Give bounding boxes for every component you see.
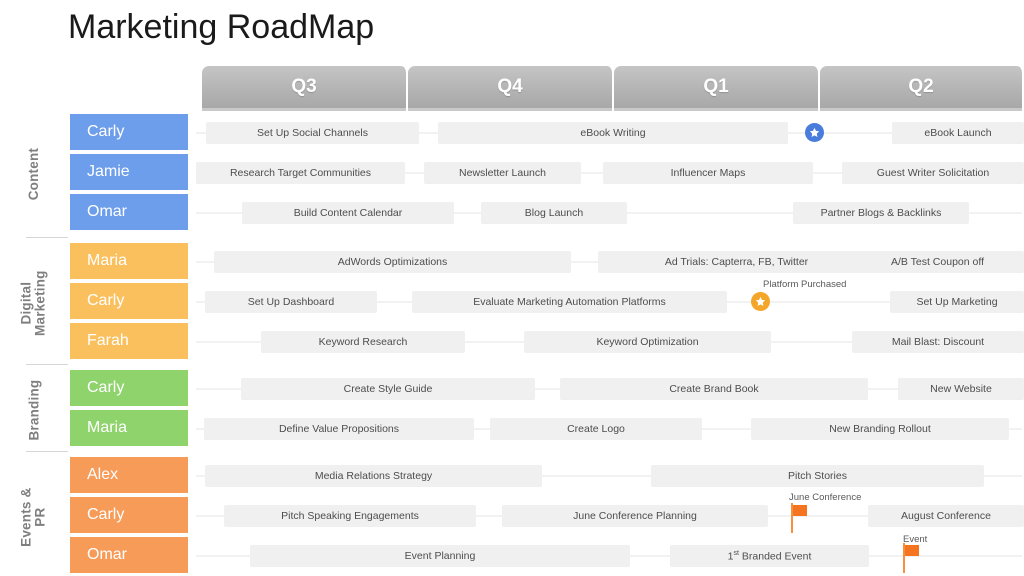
task-bar[interactable]: eBook Launch: [892, 121, 1024, 144]
roadmap-canvas: Marketing RoadMap Q3 Q4 Q1 Q2 Content Carly S…: [0, 0, 1024, 576]
milestone-star-icon[interactable]: [805, 122, 824, 142]
task-bar[interactable]: Partner Blogs & Backlinks: [793, 201, 969, 224]
person-block[interactable]: Omar: [70, 537, 188, 573]
task-bar[interactable]: Guest Writer Solicitation: [842, 161, 1024, 184]
task-bar[interactable]: AdWords Optimizations: [214, 250, 571, 273]
quarter-underline: [408, 108, 612, 111]
task-bar[interactable]: Create Style Guide: [241, 377, 535, 400]
task-bar[interactable]: New Branding Rollout: [751, 417, 1009, 440]
quarter-underline: [820, 108, 1022, 111]
quarter-tab-q4[interactable]: Q4: [408, 66, 614, 108]
category-label-digital-marketing: Digital Marketing: [0, 242, 68, 364]
task-bar[interactable]: Create Logo: [490, 417, 702, 440]
category-label-text: Content: [25, 147, 41, 201]
person-block[interactable]: Carly: [70, 283, 188, 319]
person-block[interactable]: Omar: [70, 194, 188, 230]
task-bar[interactable]: Define Value Propositions: [204, 417, 474, 440]
task-bar[interactable]: 1st Branded Event: [670, 544, 869, 567]
milestone-label: Platform Purchased: [763, 279, 847, 290]
quarter-tab-q3[interactable]: Q3: [202, 66, 408, 108]
task-bar[interactable]: Newsletter Launch: [424, 161, 581, 184]
task-bar[interactable]: Blog Launch: [481, 201, 627, 224]
task-bar[interactable]: June Conference Planning: [502, 504, 768, 527]
task-bar[interactable]: Influencer Maps: [603, 161, 813, 184]
category-label-text: Digital Marketing: [18, 270, 48, 336]
task-bar[interactable]: Set Up Marketing: [890, 290, 1024, 313]
category-label-events-pr: Events & PR: [0, 456, 68, 576]
task-bar[interactable]: Build Content Calendar: [242, 201, 454, 224]
task-bar-label: 1st Branded Event: [727, 548, 812, 563]
task-bar[interactable]: Event Planning: [250, 544, 630, 567]
person-block[interactable]: Carly: [70, 114, 188, 150]
milestone-star-icon[interactable]: [751, 291, 770, 311]
task-bar[interactable]: Create Brand Book: [560, 377, 868, 400]
task-bar[interactable]: New Website: [898, 377, 1024, 400]
task-bar[interactable]: Research Target Communities: [196, 161, 405, 184]
category-label-content: Content: [0, 113, 68, 235]
task-bar[interactable]: eBook Writing: [438, 121, 788, 144]
flag-cloth: [905, 545, 919, 556]
page-title: Marketing RoadMap: [68, 8, 375, 46]
person-block[interactable]: Alex: [70, 457, 188, 493]
quarter-underline: [202, 108, 406, 111]
task-bar[interactable]: Evaluate Marketing Automation Platforms: [412, 290, 727, 313]
section-divider: [26, 364, 68, 365]
quarter-underline: [614, 108, 818, 111]
category-label-text: Branding: [25, 379, 41, 441]
milestone-label: June Conference: [789, 492, 862, 503]
person-block[interactable]: Jamie: [70, 154, 188, 190]
task-bar[interactable]: Media Relations Strategy: [205, 464, 542, 487]
quarter-tab-q2[interactable]: Q2: [820, 66, 1024, 108]
section-divider: [26, 237, 68, 238]
task-bar[interactable]: Keyword Research: [261, 330, 465, 353]
category-label-text: Events & PR: [18, 487, 48, 547]
person-block[interactable]: Farah: [70, 323, 188, 359]
person-block[interactable]: Maria: [70, 243, 188, 279]
person-block[interactable]: Carly: [70, 370, 188, 406]
milestone-label: Event: [903, 534, 928, 545]
person-block[interactable]: Carly: [70, 497, 188, 533]
task-bar[interactable]: Ad Trials: Capterra, FB, Twitter: [598, 250, 875, 273]
task-bar[interactable]: Pitch Stories: [651, 464, 984, 487]
person-block[interactable]: Maria: [70, 410, 188, 446]
task-bar[interactable]: A/B Test Coupon off: [851, 250, 1024, 273]
task-bar[interactable]: August Conference: [868, 504, 1024, 527]
category-label-branding: Branding: [0, 369, 68, 451]
task-bar[interactable]: Mail Blast: Discount: [852, 330, 1024, 353]
section-divider: [26, 451, 68, 452]
task-bar[interactable]: Keyword Optimization: [524, 330, 771, 353]
quarter-tab-q1[interactable]: Q1: [614, 66, 820, 108]
task-bar[interactable]: Pitch Speaking Engagements: [224, 504, 476, 527]
flag-cloth: [793, 505, 807, 516]
task-bar[interactable]: Set Up Social Channels: [206, 121, 419, 144]
task-bar[interactable]: Set Up Dashboard: [205, 290, 377, 313]
